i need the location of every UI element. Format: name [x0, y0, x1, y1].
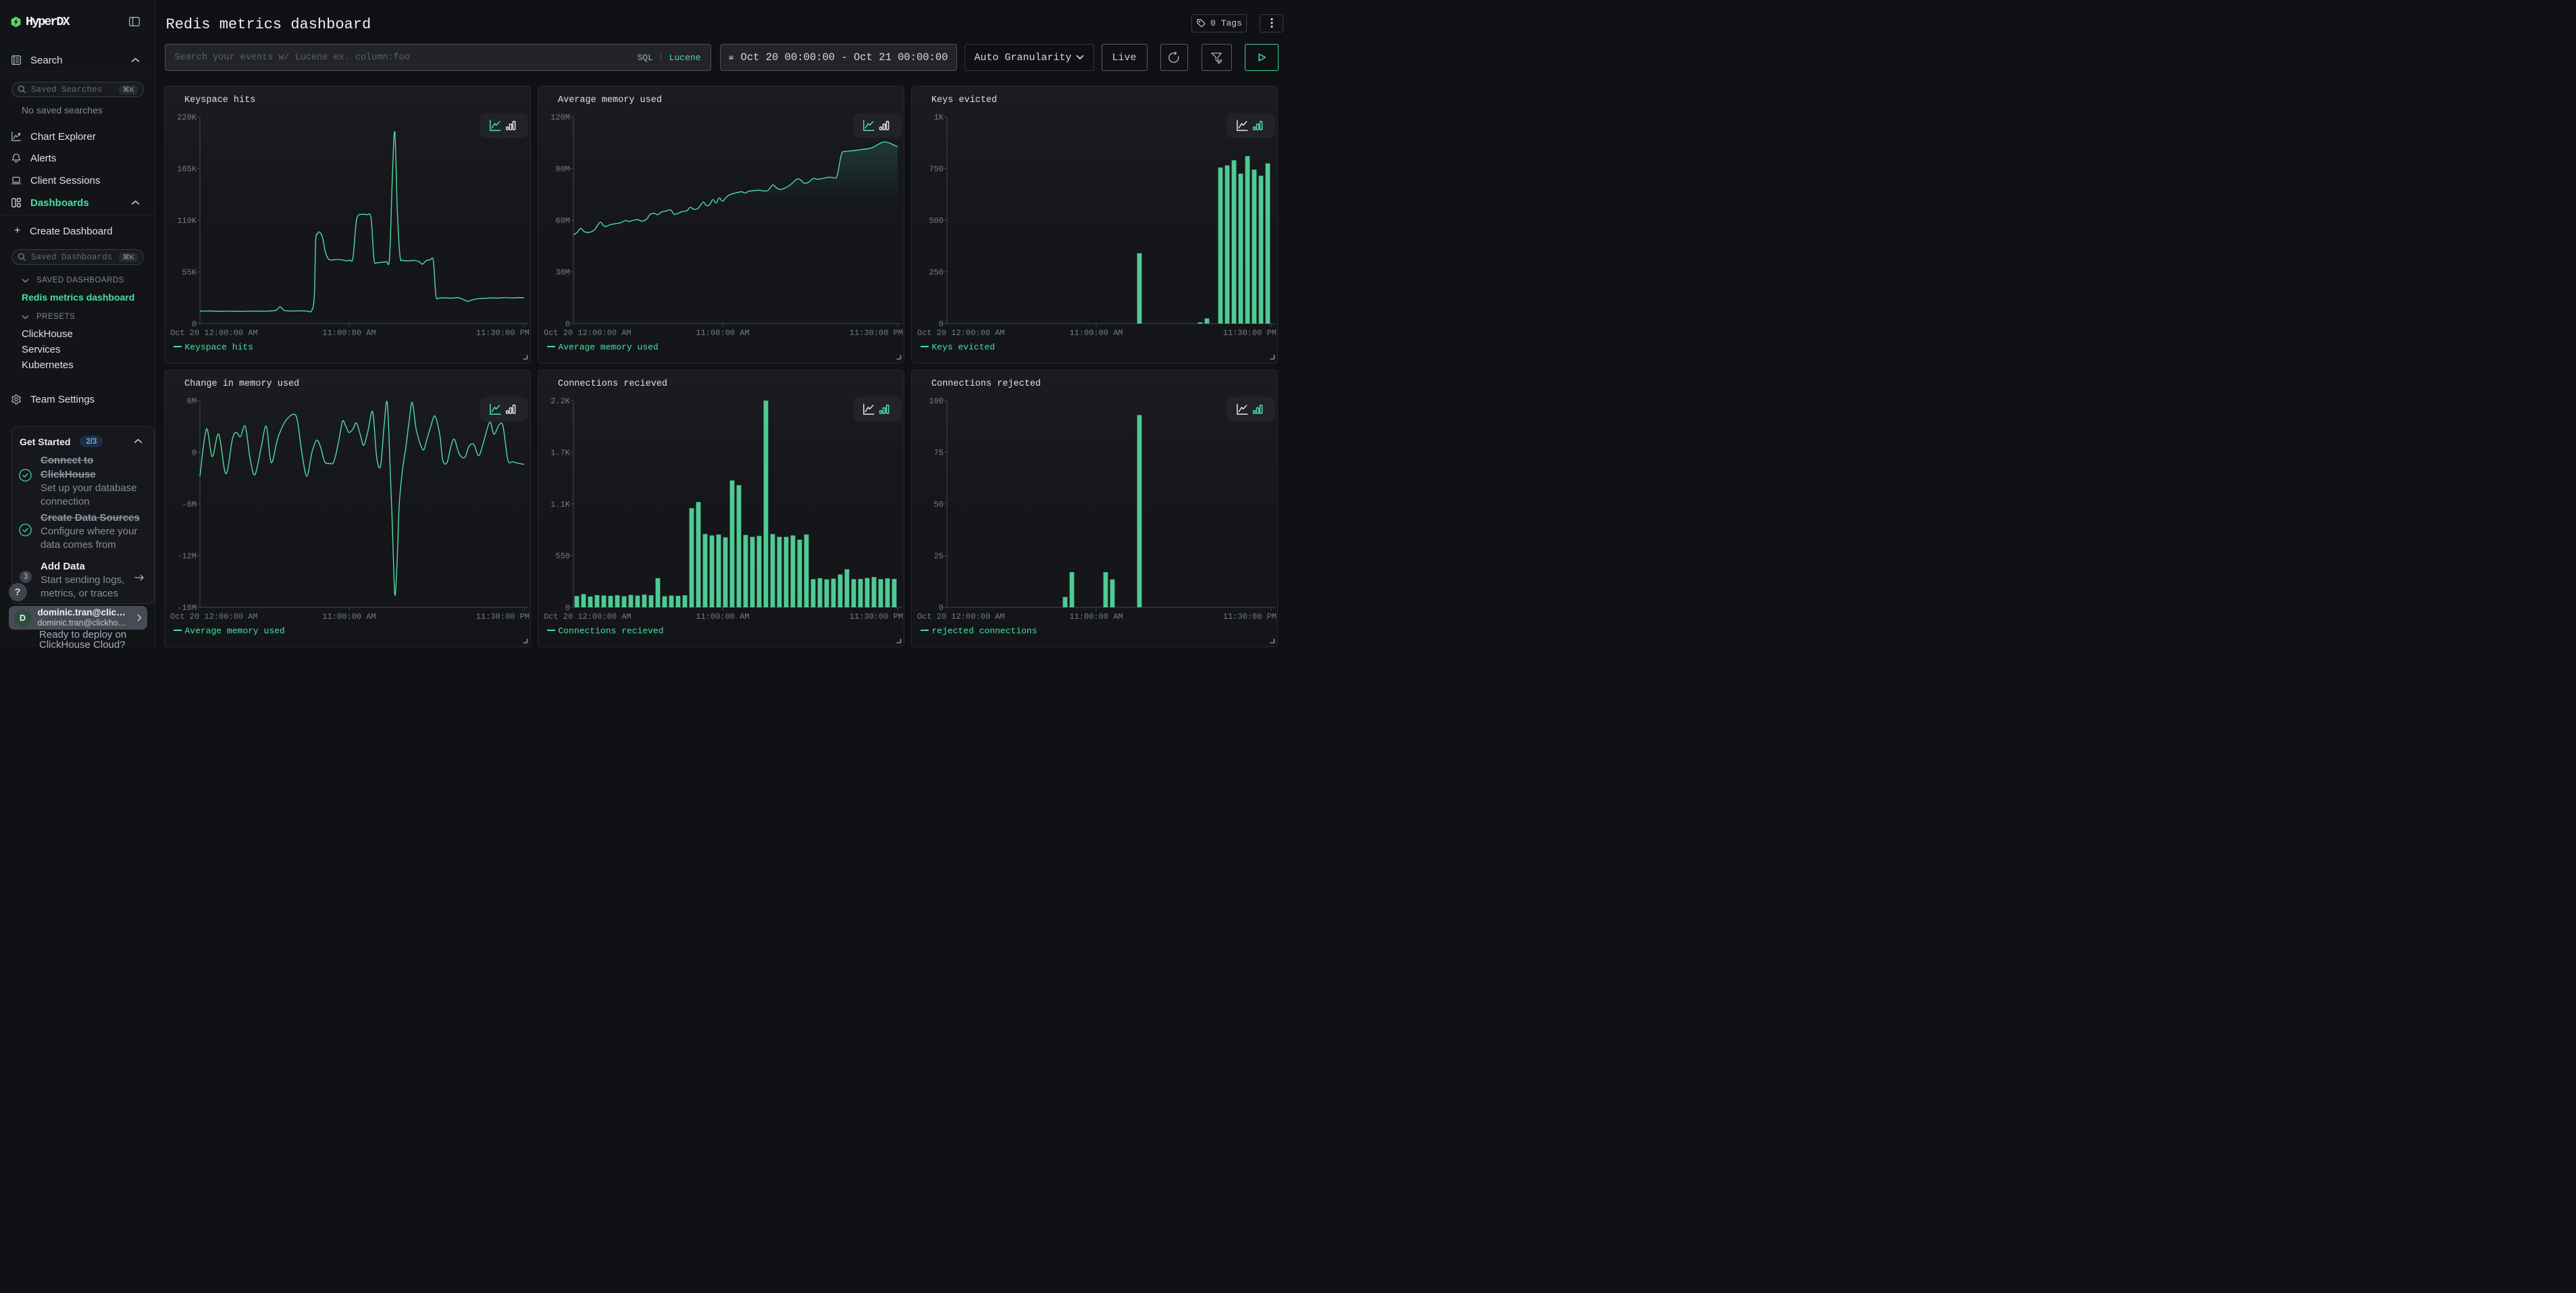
svg-text:Oct 20 12:00:00 AM: Oct 20 12:00:00 AM: [917, 328, 1005, 338]
svg-text:30M: 30M: [555, 268, 570, 278]
svg-text:11:30:00 PM: 11:30:00 PM: [850, 612, 903, 622]
svg-text:55K: 55K: [182, 268, 197, 278]
svg-text:11:30:00 PM: 11:30:00 PM: [850, 328, 903, 338]
svg-text:500: 500: [929, 216, 944, 226]
svg-text:Average memory used: Average memory used: [185, 626, 285, 636]
svg-text:Oct 20 12:00:00 AM: Oct 20 12:00:00 AM: [544, 612, 632, 622]
svg-text:220K: 220K: [177, 113, 197, 122]
svg-text:Average memory used: Average memory used: [558, 95, 662, 105]
svg-text:11:00:00 AM: 11:00:00 AM: [696, 612, 749, 622]
svg-text:-18M: -18M: [177, 603, 197, 613]
svg-text:rejected connections: rejected connections: [932, 626, 1037, 636]
svg-text:550: 550: [555, 552, 570, 561]
svg-text:2.2K: 2.2K: [550, 397, 571, 406]
svg-text:Connections rejected: Connections rejected: [931, 379, 1041, 389]
svg-text:Keys evicted: Keys evicted: [931, 95, 997, 105]
svg-text:Connections recieved: Connections recieved: [559, 626, 664, 636]
svg-text:1K: 1K: [934, 113, 944, 122]
svg-text:-6M: -6M: [182, 500, 197, 509]
svg-text:165K: 165K: [177, 165, 197, 174]
svg-text:Keyspace hits: Keyspace hits: [185, 343, 253, 353]
svg-text:0: 0: [565, 320, 570, 329]
svg-text:0: 0: [939, 320, 944, 329]
svg-text:-12M: -12M: [177, 552, 197, 561]
svg-text:0: 0: [192, 449, 197, 458]
svg-text:Keyspace hits: Keyspace hits: [184, 95, 255, 105]
svg-text:25: 25: [934, 552, 944, 561]
svg-text:Average memory used: Average memory used: [559, 343, 659, 353]
svg-text:1.7K: 1.7K: [550, 449, 571, 458]
svg-text:11:00:00 AM: 11:00:00 AM: [1069, 612, 1123, 622]
svg-text:Keys evicted: Keys evicted: [932, 343, 996, 353]
svg-text:11:00:00 AM: 11:00:00 AM: [696, 328, 749, 338]
svg-text:90M: 90M: [555, 165, 570, 174]
svg-text:11:30:00 PM: 11:30:00 PM: [1223, 612, 1277, 622]
svg-text:Oct 20 12:00:00 AM: Oct 20 12:00:00 AM: [544, 328, 632, 338]
svg-text:11:00:00 AM: 11:00:00 AM: [322, 612, 376, 622]
svg-text:Change in memory used: Change in memory used: [184, 379, 299, 389]
svg-text:0: 0: [565, 603, 570, 613]
svg-text:11:00:00 AM: 11:00:00 AM: [1069, 328, 1123, 338]
svg-text:Connections recieved: Connections recieved: [558, 379, 667, 389]
svg-text:11:00:00 AM: 11:00:00 AM: [322, 328, 376, 338]
svg-text:750: 750: [929, 165, 944, 174]
svg-text:100: 100: [929, 397, 944, 406]
svg-text:120M: 120M: [550, 113, 570, 122]
svg-text:50: 50: [934, 500, 944, 509]
svg-text:0: 0: [939, 603, 944, 613]
svg-text:0: 0: [192, 320, 197, 329]
svg-text:Oct 20 12:00:00 AM: Oct 20 12:00:00 AM: [170, 612, 258, 622]
svg-text:250: 250: [929, 268, 944, 278]
svg-text:75: 75: [934, 449, 944, 458]
svg-text:1.1K: 1.1K: [550, 500, 571, 509]
svg-text:6M: 6M: [187, 397, 197, 406]
svg-text:11:30:00 PM: 11:30:00 PM: [476, 328, 530, 338]
svg-text:110K: 110K: [177, 216, 197, 226]
svg-text:Oct 20 12:00:00 AM: Oct 20 12:00:00 AM: [170, 328, 258, 338]
svg-text:11:30:00 PM: 11:30:00 PM: [476, 612, 530, 622]
svg-text:60M: 60M: [555, 216, 570, 226]
svg-text:Oct 20 12:00:00 AM: Oct 20 12:00:00 AM: [917, 612, 1005, 622]
svg-text:11:30:00 PM: 11:30:00 PM: [1223, 328, 1277, 338]
